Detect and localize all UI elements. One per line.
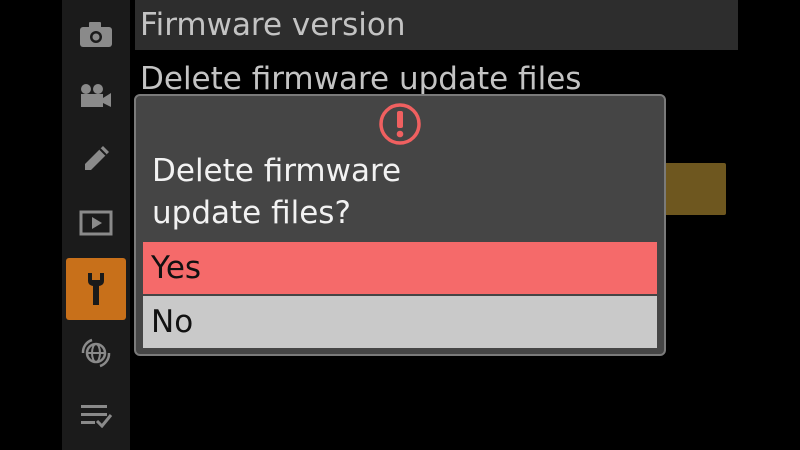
side-button [664,163,726,215]
playback-menu-icon[interactable] [65,192,127,254]
menu-item-label: Firmware version [140,7,406,43]
setup-menu-wrench-icon[interactable] [66,258,126,320]
yes-option[interactable]: Yes [143,242,657,294]
movie-shooting-menu-icon[interactable] [65,66,127,128]
option-label: Yes [151,250,202,286]
my-menu-icon[interactable] [65,384,127,446]
network-menu-icon[interactable] [65,322,127,384]
dialog-message: Delete firmware update files? [152,153,402,231]
no-option[interactable]: No [143,296,657,348]
photo-shooting-menu-icon[interactable] [65,4,127,66]
warning-icon [379,103,421,145]
option-label: No [151,304,194,340]
menu-item-label: Delete firmware update files [140,61,582,97]
menu-sidebar [62,0,130,450]
custom-settings-pencil-icon[interactable] [65,128,127,190]
menu-item-firmware-version[interactable]: Firmware version [135,0,738,50]
confirmation-dialog: Delete firmware update files? Yes No [134,94,666,356]
